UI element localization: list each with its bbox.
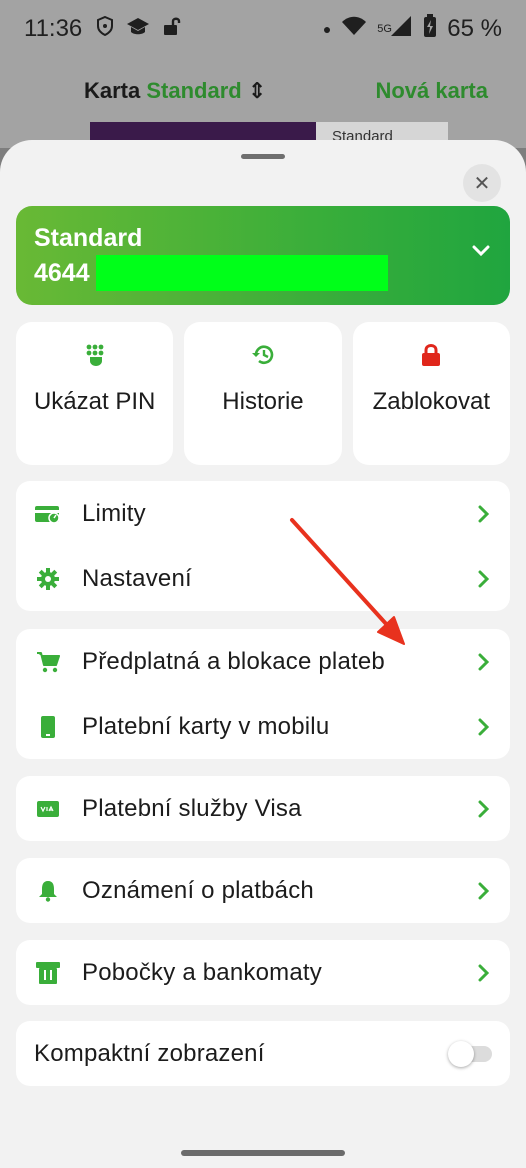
status-time: 11:36 [24, 15, 83, 42]
new-card-link[interactable]: Nová karta [375, 78, 488, 104]
chevron-right-icon [474, 800, 494, 818]
card-options-sheet: ✕ Standard 4644 Ukázat PIN Historie Zabl… [0, 140, 526, 1168]
block-card-label: Zablokovat [372, 388, 491, 415]
sort-icon: ⇕ [247, 78, 267, 103]
menu-item-visa[interactable]: Platební služby Visa [16, 776, 510, 841]
chevron-right-icon [474, 882, 494, 900]
chevron-right-icon [474, 505, 494, 523]
gear-icon [34, 567, 62, 590]
compact-view-group: Kompaktní zobrazení [16, 1021, 510, 1086]
chevron-right-icon [474, 653, 494, 671]
atm-icon [34, 961, 62, 984]
block-card-button[interactable]: Zablokovat [352, 322, 510, 465]
menu-item-oznameni[interactable]: Oznámení o platbách [16, 858, 510, 923]
signal-icon: 5G [377, 15, 413, 44]
card-number-redaction [95, 255, 388, 291]
home-indicator[interactable] [181, 1150, 345, 1156]
chevron-down-icon[interactable] [472, 244, 490, 262]
show-pin-button[interactable]: Ukázat PIN [16, 322, 174, 465]
battery-icon [423, 13, 437, 45]
graduation-cap-icon [126, 15, 150, 43]
history-label: Historie [222, 388, 304, 415]
menu-item-label: Platební služby Visa [82, 794, 302, 822]
unlock-icon [162, 15, 182, 43]
limit-card-icon [34, 504, 62, 524]
history-icon [251, 342, 275, 368]
chevron-right-icon [474, 964, 494, 982]
action-tiles: Ukázat PIN Historie Zablokovat [16, 322, 510, 465]
menu-item-label: Platební karty v mobilu [82, 712, 330, 740]
close-icon: ✕ [473, 172, 491, 195]
menu-item-label: Předplatná a blokace plateb [82, 647, 385, 675]
visa-icon [34, 800, 62, 817]
lock-icon [421, 342, 441, 368]
chevron-right-icon [474, 718, 494, 736]
card-banner[interactable]: Standard 4644 [16, 206, 510, 305]
card-name: Standard [34, 224, 143, 252]
close-button[interactable]: ✕ [463, 164, 501, 202]
status-bar: 11:36 ● 5G 65 % [0, 0, 526, 58]
toggle-thumb [448, 1040, 474, 1067]
menu-item-label: Pobočky a bankomaty [82, 958, 322, 986]
chevron-right-icon [474, 570, 494, 588]
history-button[interactable]: Historie [184, 322, 342, 465]
show-pin-label: Ukázat PIN [33, 388, 156, 415]
menu-item-label: Oznámení o platbách [82, 876, 314, 904]
status-right: ● 5G 65 % [322, 13, 502, 45]
menu-item-label: Nastavení [82, 564, 192, 592]
menu-item-predplatna[interactable]: Předplatná a blokace plateb [16, 629, 510, 694]
sheet-drag-handle[interactable] [241, 154, 285, 159]
menu-item-pobocky[interactable]: Pobočky a bankomaty [16, 940, 510, 1005]
bell-icon [34, 880, 62, 902]
menu-item-nastaveni[interactable]: Nastavení [16, 546, 510, 611]
compact-view-toggle[interactable] [448, 1040, 494, 1067]
menu-group-limits: Limity Nastavení [16, 481, 510, 611]
menu-item-label: Limity [82, 499, 146, 527]
keypad-icon [85, 342, 105, 368]
dot-icon: ● [322, 21, 332, 37]
phone-icon [34, 715, 62, 738]
menu-item-limity[interactable]: Limity [16, 481, 510, 546]
menu-group-notifications: Oznámení o platbách [16, 858, 510, 923]
network-label: 5G [377, 22, 392, 35]
card-number: 4644 [34, 255, 492, 291]
menu-group-payments: Předplatná a blokace plateb Platební kar… [16, 629, 510, 759]
compact-view-label: Kompaktní zobrazení [34, 1039, 265, 1067]
menu-item-karty-v-mobilu[interactable]: Platební karty v mobilu [16, 694, 510, 759]
wifi-icon [341, 15, 367, 43]
battery-percent: 65 % [447, 15, 502, 42]
compact-view-row: Kompaktní zobrazení [16, 1021, 510, 1086]
cart-icon [34, 651, 62, 673]
shield-icon [96, 15, 114, 43]
menu-group-branches: Pobočky a bankomaty [16, 940, 510, 1005]
menu-group-visa: Platební služby Visa [16, 776, 510, 841]
background-card-selector[interactable]: Karta Standard ⇕ [84, 78, 266, 104]
